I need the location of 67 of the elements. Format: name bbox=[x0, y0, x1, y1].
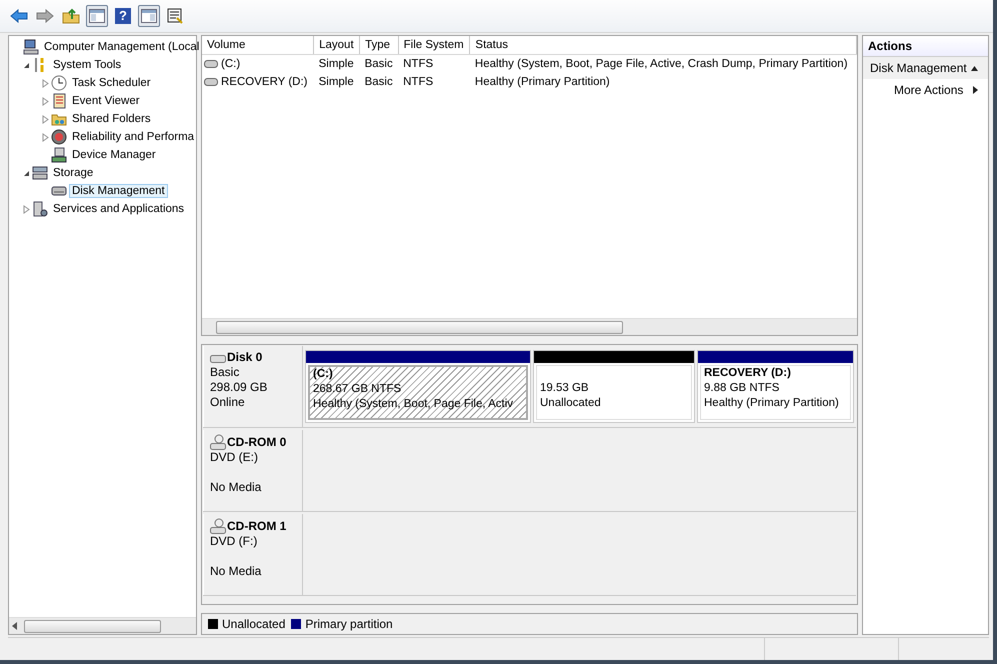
expand-icon[interactable] bbox=[22, 204, 30, 214]
tree-item[interactable]: Disk Management bbox=[69, 184, 168, 198]
tree-item[interactable]: Event Viewer bbox=[69, 94, 143, 108]
table-cell: Healthy (System, Boot, Page File, Active, Crash Dump, Primary Partition) bbox=[470, 54, 856, 73]
table-cell: Basic bbox=[360, 54, 398, 73]
expand-icon[interactable] bbox=[42, 114, 48, 124]
tree-item[interactable]: Storage bbox=[50, 166, 96, 180]
column-header[interactable]: Layout bbox=[314, 36, 360, 54]
computer-icon bbox=[23, 39, 39, 55]
collapse-icon[interactable] bbox=[22, 62, 30, 68]
partition[interactable]: 19.53 GB Unallocated bbox=[533, 350, 695, 424]
storage-icon bbox=[32, 165, 48, 181]
disk-status: No Media bbox=[210, 480, 262, 496]
gauge-icon bbox=[51, 129, 67, 145]
volume-name: (C:) bbox=[221, 58, 240, 70]
tree-item[interactable]: Task Scheduler bbox=[69, 76, 154, 90]
tree-item[interactable]: System Tools bbox=[50, 58, 124, 72]
partition[interactable]: RECOVERY (D:) 9.88 GB NTFS Healthy (Primary Partition) bbox=[697, 350, 854, 424]
disk-name: CD-ROM 0 bbox=[227, 434, 286, 450]
tree-item[interactable]: Reliability and Performa bbox=[69, 130, 198, 144]
tree-item[interactable]: Services and Applications bbox=[50, 202, 188, 216]
table-cell: Simple bbox=[314, 54, 360, 73]
cd-drive-icon bbox=[210, 518, 226, 534]
submenu-arrow-icon bbox=[973, 86, 978, 94]
expand-icon[interactable] bbox=[42, 96, 48, 106]
disk-info: DVD (E:) bbox=[210, 450, 259, 466]
table-cell-text: Simple bbox=[318, 75, 355, 90]
actions-section[interactable]: Disk Management bbox=[863, 57, 988, 79]
volume-name: RECOVERY (D:) bbox=[221, 76, 308, 88]
clock-icon bbox=[51, 75, 67, 91]
table-cell-text: Healthy (Primary Partition) bbox=[474, 75, 611, 90]
tree-item[interactable]: Device Manager bbox=[69, 148, 159, 162]
column-header[interactable]: Type bbox=[360, 36, 398, 54]
scrollbar[interactable] bbox=[9, 617, 196, 634]
expand-icon[interactable] bbox=[42, 78, 48, 88]
tree-toggle-button[interactable] bbox=[86, 5, 108, 27]
pane-toggle-button[interactable] bbox=[138, 5, 160, 27]
disk-name: CD-ROM 1 bbox=[227, 518, 286, 534]
disk-info: Basic bbox=[210, 365, 240, 380]
drive-icon bbox=[204, 78, 218, 86]
legend-label: Unallocated bbox=[222, 617, 286, 632]
scrollbar[interactable] bbox=[202, 318, 857, 336]
expand-icon[interactable] bbox=[42, 132, 48, 142]
column-header[interactable]: Volume bbox=[202, 36, 314, 54]
disk-info: DVD (F:) bbox=[210, 534, 258, 550]
legend-label: Primary partition bbox=[305, 617, 393, 632]
collapse-icon[interactable] bbox=[22, 170, 30, 176]
disk-status: Online bbox=[210, 395, 246, 410]
log-icon bbox=[51, 93, 67, 109]
disk-info: 298.09 GB bbox=[210, 380, 268, 396]
tree-item[interactable]: Shared Folders bbox=[69, 112, 154, 126]
services-icon bbox=[32, 201, 48, 217]
cd-drive-icon bbox=[210, 434, 226, 450]
table-cell-text: Basic bbox=[364, 75, 394, 90]
help-button[interactable]: ? bbox=[112, 5, 134, 27]
action-item[interactable]: More Actions bbox=[863, 79, 988, 101]
disk-status: No Media bbox=[210, 564, 262, 580]
table-cell-text: NTFS bbox=[402, 75, 434, 90]
partition[interactable]: (C:) 268.67 GB NTFS Healthy (System, Boot, Page File, Activ bbox=[305, 350, 531, 424]
collapse-icon bbox=[971, 66, 978, 70]
disk-name: Disk 0 bbox=[227, 350, 262, 366]
column-header[interactable]: Status bbox=[470, 36, 856, 54]
table-cell: NTFS bbox=[398, 54, 470, 73]
tree-item[interactable]: Computer Management (Local bbox=[41, 40, 202, 54]
column-header[interactable]: File System bbox=[398, 36, 470, 54]
drive-icon bbox=[204, 60, 218, 68]
device-icon bbox=[51, 147, 67, 163]
